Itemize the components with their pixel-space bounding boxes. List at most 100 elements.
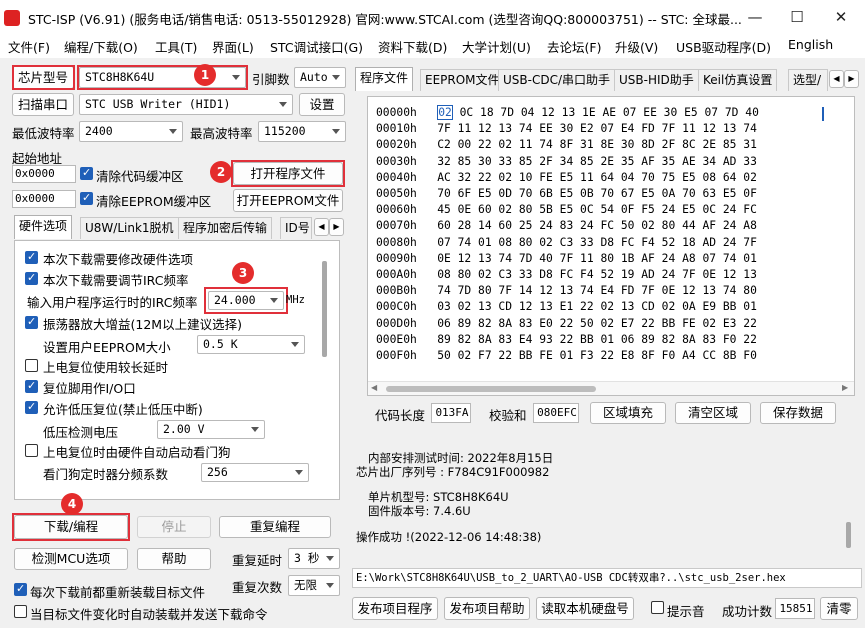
adjust-irc-checkbox[interactable]	[25, 271, 38, 285]
menu-downloads[interactable]: 资料下载(D)	[378, 37, 447, 56]
hex-row-address: 00080h	[376, 235, 417, 249]
clear-eeprom-buffer-checkbox[interactable]	[80, 191, 93, 205]
max-baud-select[interactable]: 115200	[258, 121, 346, 142]
tab-scroll-left-icon[interactable]: ◀	[314, 218, 329, 236]
hex-row[interactable]: 00060h 45 0E 60 02 80 5B E5 0C 54 0F F5 …	[376, 203, 757, 216]
save-data-button[interactable]: 保存数据	[760, 402, 836, 424]
menu-interface[interactable]: 界面(L)	[212, 37, 254, 56]
hex-row[interactable]: 000B0h 74 7D 80 7F 14 12 13 74 E4 FD 7F …	[376, 284, 757, 297]
minimize-button[interactable]: —	[735, 4, 775, 30]
tab-program-file[interactable]: 程序文件	[355, 67, 414, 91]
clear-area-button[interactable]: 清空区域	[675, 402, 751, 424]
hex-horizontal-scrollbar[interactable]: ◀ ▶	[368, 381, 854, 395]
reset-count-button[interactable]: 清零	[820, 597, 858, 620]
auto-watchdog-checkbox[interactable]	[25, 444, 38, 457]
tab-keil-emulation[interactable]: Keil仿真设置	[698, 69, 778, 91]
hex-row[interactable]: 000E0h 89 82 8A 83 E4 93 22 BB 01 06 89 …	[376, 333, 757, 346]
hex-row-bytes: 89 82 8A 83 E4 93 22 BB 01 06 89 82 8A 8…	[437, 332, 757, 346]
hex-row[interactable]: 00050h 70 6F E5 0D 70 6B E5 0B 70 67 E5 …	[376, 187, 757, 200]
tab-usb-hid[interactable]: USB-HID助手	[614, 69, 699, 91]
hex-row-bytes: 50 02 F7 22 BB FE 01 F3 22 E8 8F F0 A4 C…	[437, 349, 757, 362]
repeat-count-value: 无限	[294, 578, 317, 592]
menu-tools[interactable]: 工具(T)	[155, 37, 197, 56]
tab-scroll-right-icon[interactable]: ▶	[329, 218, 344, 236]
right-tab-scroll-left-icon[interactable]: ◀	[829, 70, 844, 88]
low-voltage-reset-checkbox[interactable]	[25, 400, 38, 414]
port-select[interactable]: STC USB Writer (HID1)	[79, 94, 293, 115]
log-scrollbar[interactable]	[846, 522, 851, 548]
oscillator-gain-label: 振荡器放大增益(12M以上建议选择)	[43, 317, 242, 332]
clear-code-buffer-checkbox[interactable]	[80, 166, 93, 180]
hex-row-address: 000E0h	[376, 332, 417, 346]
pin-count-select[interactable]: Auto	[294, 67, 346, 88]
reprogram-button[interactable]: 重复编程	[219, 516, 331, 538]
menu-university[interactable]: 大学计划(U)	[462, 37, 531, 56]
hex-data-view[interactable]: 00000h 02 0C 18 7D 04 12 13 1E AE 07 EE …	[367, 96, 855, 396]
reload-before-download-checkbox[interactable]	[14, 582, 27, 596]
tab-hardware-options[interactable]: 硬件选项	[14, 215, 73, 239]
hex-row[interactable]: 00020h C2 00 22 02 11 74 8F 31 8E 30 8D …	[376, 138, 757, 151]
menu-file[interactable]: 文件(F)	[8, 37, 50, 56]
modify-hardware-options-checkbox[interactable]	[25, 250, 38, 264]
beep-checkbox[interactable]	[651, 601, 664, 614]
hex-row[interactable]: 000D0h 06 89 82 8A 83 E0 22 50 02 E7 22 …	[376, 317, 757, 330]
stop-button[interactable]: 停止	[137, 516, 211, 538]
watchdog-prescaler-value: 256	[207, 465, 228, 479]
reload-before-download-label: 每次下载前都重新装载目标文件	[30, 585, 206, 600]
open-eeprom-file-button[interactable]: 打开EEPROM文件	[233, 189, 343, 212]
eeprom-start-address-field[interactable]: 0x0000	[12, 190, 76, 208]
menu-english[interactable]: English	[788, 37, 833, 52]
repeat-delay-select[interactable]: 3 秒	[288, 548, 340, 569]
watchdog-prescaler-select[interactable]: 256	[201, 463, 309, 482]
tab-usb-cdc-serial[interactable]: USB-CDC/串口助手	[498, 69, 616, 91]
hex-row[interactable]: 00080h 07 74 01 08 80 02 C3 33 D8 FC F4 …	[376, 236, 757, 249]
hex-row[interactable]: 00040h AC 32 22 02 10 FE E5 11 64 04 70 …	[376, 171, 757, 184]
tab-offline-download[interactable]: U8W/Link1脱机	[80, 217, 179, 239]
fill-area-button[interactable]: 区域填充	[590, 402, 666, 424]
hex-row[interactable]: 00030h 32 85 30 33 85 2F 34 85 2E 35 AF …	[376, 155, 757, 168]
check-mcu-options-button[interactable]: 检测MCU选项	[14, 548, 128, 570]
tab-selection[interactable]: 选型/	[788, 69, 828, 91]
scroll-thumb[interactable]	[386, 386, 596, 392]
maximize-button[interactable]: ☐	[777, 4, 817, 30]
oscillator-gain-checkbox[interactable]	[25, 315, 38, 329]
help-button[interactable]: 帮助	[137, 548, 211, 570]
options-scrollbar[interactable]	[322, 261, 327, 357]
close-button[interactable]: ✕	[821, 4, 861, 30]
port-settings-button[interactable]: 设置	[299, 93, 345, 116]
right-tab-scroll-right-icon[interactable]: ▶	[844, 70, 859, 88]
reset-pin-io-checkbox[interactable]	[25, 379, 38, 393]
long-reset-delay-checkbox[interactable]	[25, 359, 38, 372]
menu-debug[interactable]: STC调试接口(G)	[270, 37, 363, 56]
hex-row-address: 000A0h	[376, 268, 417, 281]
low-voltage-threshold-select[interactable]: 2.00 V	[157, 420, 265, 439]
read-disk-number-button[interactable]: 读取本机硬盘号	[536, 597, 634, 620]
low-voltage-threshold-value: 2.00 V	[163, 422, 205, 436]
tab-id-number[interactable]: ID号	[280, 217, 312, 239]
scroll-left-icon[interactable]: ◀	[371, 383, 377, 392]
menu-usb-driver[interactable]: USB驱动程序(D)	[676, 37, 771, 56]
hex-row[interactable]: 00000h 02 0C 18 7D 04 12 13 1E AE 07 EE …	[376, 105, 759, 120]
scroll-right-icon[interactable]: ▶	[842, 383, 848, 392]
hex-row[interactable]: 000F0h 50 02 F7 22 BB FE 01 F3 22 E8 8F …	[376, 349, 757, 362]
hex-row[interactable]: 00090h 0E 12 13 74 7D 40 7F 11 80 1B AF …	[376, 252, 757, 265]
publish-project-program-button[interactable]: 发布项目程序	[352, 597, 438, 620]
scan-port-button[interactable]: 扫描串口	[12, 93, 74, 116]
menu-forum[interactable]: 去论坛(F)	[547, 37, 601, 56]
tab-eeprom-file[interactable]: EEPROM文件	[420, 69, 505, 91]
min-baud-select[interactable]: 2400	[79, 121, 183, 142]
hex-row[interactable]: 000A0h 08 80 02 C3 33 D8 FC F4 52 19 AD …	[376, 268, 757, 281]
hex-row[interactable]: 00070h 60 28 14 60 25 24 83 24 FC 50 02 …	[376, 219, 757, 232]
eeprom-size-select[interactable]: 0.5 K	[197, 335, 305, 354]
hex-selected-byte[interactable]: 02	[437, 105, 453, 120]
code-start-address-field[interactable]: 0x0000	[12, 165, 76, 183]
menu-program[interactable]: 编程/下载(O)	[64, 37, 138, 56]
publish-project-help-button[interactable]: 发布项目帮助	[444, 597, 530, 620]
menu-upgrade[interactable]: 升级(V)	[615, 37, 658, 56]
hex-row-address: 00090h	[376, 251, 417, 265]
hex-row[interactable]: 00010h 7F 11 12 13 74 EE 30 E2 07 E4 FD …	[376, 122, 757, 135]
repeat-count-select[interactable]: 无限	[288, 575, 340, 596]
tab-encrypted-transfer[interactable]: 程序加密后传输	[178, 217, 273, 239]
hex-row[interactable]: 000C0h 03 02 13 CD 12 13 E1 22 02 13 CD …	[376, 300, 757, 313]
auto-send-on-change-checkbox[interactable]	[14, 605, 27, 618]
